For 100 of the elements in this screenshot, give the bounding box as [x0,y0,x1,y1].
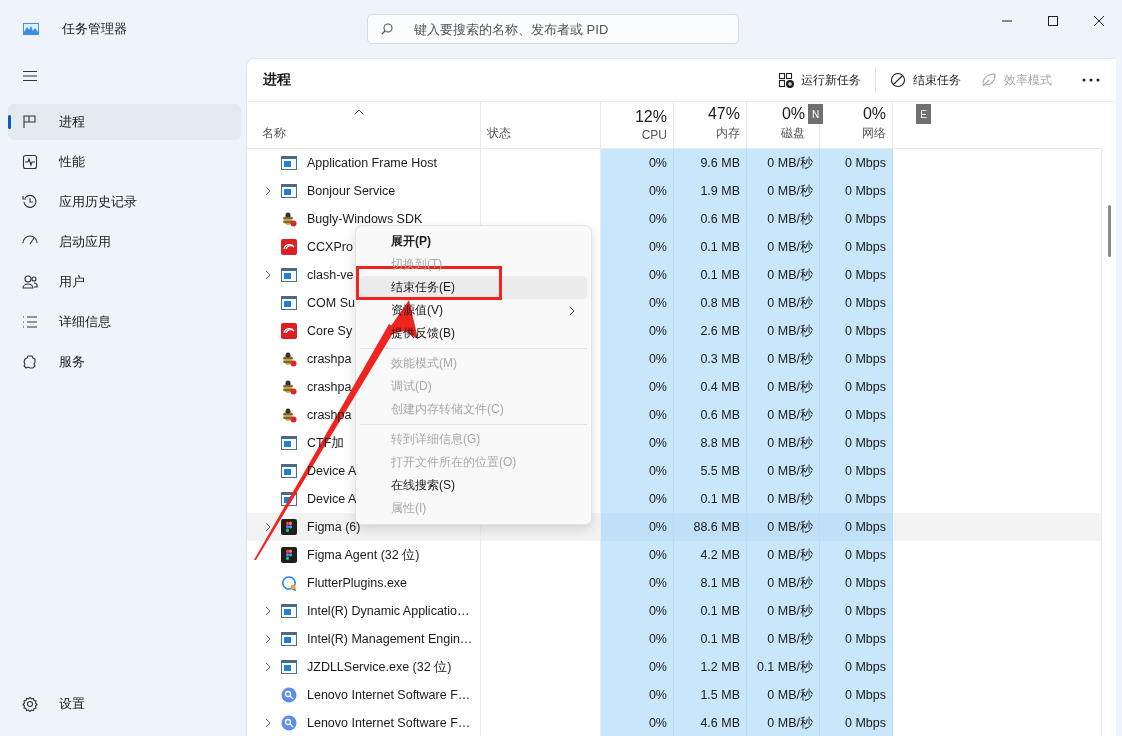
usage-value: 88.6 MB [693,520,740,534]
usage-value: 0 MB/秒 [767,294,813,312]
usage-value: 0 MB/秒 [767,378,813,396]
column-header[interactable]: 状态 [487,125,511,142]
usage-value: 0 Mbps [845,240,886,254]
usage-value: 1.5 MB [700,688,740,702]
usage-value: 0 Mbps [845,436,886,450]
maximize-icon[interactable] [1048,16,1058,26]
close-icon[interactable] [1094,16,1104,26]
usage-value: 5.5 MB [700,464,740,478]
usage-value: 0 Mbps [845,660,886,674]
usage-value: 9.6 MB [700,156,740,170]
usage-value: 0 MB/秒 [767,210,813,228]
process-row[interactable]: FlutterPlugins.exe 0% 8.1 MB 0 MB/秒 0 Mbps [247,569,1102,597]
usage-value: 0% [648,688,667,702]
process-name: Intel(R) Dynamic Applicatio… [307,604,470,618]
window-icon [281,183,297,199]
expand-chevron-icon[interactable] [265,662,271,672]
usage-value: 0% [648,520,667,534]
process-name: Device A [307,492,357,506]
usage-value: 2.6 MB [700,324,740,338]
expand-chevron-icon[interactable] [265,270,271,280]
process-row[interactable]: Bonjour Service 0% 1.9 MB 0 MB/秒 0 Mbps [247,177,1102,205]
process-name: FlutterPlugins.exe [307,576,408,590]
process-name: CCXPro [307,240,353,254]
users-icon [22,274,38,290]
usage-value: 0 Mbps [845,576,886,590]
bug-icon [281,379,297,395]
process-row[interactable]: Lenovo Internet Software F… 0% 4.6 MB 0 MB/秒 0 Mbps [247,709,1102,736]
sidebar-item[interactable]: 详细信息 [8,304,241,340]
usage-value: 4.6 MB [700,716,740,730]
menu-item[interactable]: 展开(P) [360,230,587,253]
usage-value: 0% [648,548,667,562]
sort-caret-icon[interactable] [354,109,364,115]
usage-value: 0 Mbps [845,548,886,562]
column-header[interactable]: 网络 [862,125,886,142]
column-header[interactable]: 内存 [716,125,740,142]
process-row[interactable]: Lenovo Internet Software F… 0% 1.5 MB 0 MB/秒 0 Mbps [247,681,1102,709]
more-icon[interactable] [1082,78,1100,82]
scroll-thumb[interactable] [1108,205,1111,257]
expand-chevron-icon[interactable] [265,606,271,616]
process-row[interactable]: Intel(R) Management Engin… 0% 0.1 MB 0 MB/秒 0 Mbps [247,625,1102,653]
column-header[interactable]: CPU [641,128,667,142]
grid-icon [22,114,38,130]
usage-value: 1.2 MB [700,660,740,674]
expand-chevron-icon[interactable] [265,634,271,644]
leaf-icon [981,72,997,88]
bug-icon [281,211,297,227]
settings-item[interactable]: 设置 [8,686,241,722]
search-circle-icon [281,687,297,703]
usage-value: 0.1 MB [700,240,740,254]
sidebar-item[interactable]: 进程 [8,104,241,140]
column-header[interactable]: 名称 [262,125,286,142]
sidebar-item[interactable]: 用户 [8,264,241,300]
usage-value: 0% [648,352,667,366]
process-name: clash-ve [307,268,354,282]
sidebar-item[interactable]: 应用历史记录 [8,184,241,220]
usage-value: 0 MB/秒 [767,630,813,648]
process-row[interactable]: Figma Agent (32 位) 0% 4.2 MB 0 MB/秒 0 Mbps [247,541,1102,569]
process-row[interactable]: Application Frame Host 0% 9.6 MB 0 MB/秒 0 Mbps [247,149,1102,177]
expand-chevron-icon[interactable] [265,718,271,728]
usage-value: 0% [648,604,667,618]
usage-total: 0% [862,105,886,123]
usage-value: 0 MB/秒 [767,462,813,480]
usage-value: 0 Mbps [845,492,886,506]
window-icon [281,659,297,675]
sidebar-item[interactable]: 服务 [8,344,241,380]
window-icon [281,631,297,647]
usage-value: 0 Mbps [845,408,886,422]
usage-value: 0% [648,240,667,254]
usage-value: 0.8 MB [700,296,740,310]
usage-value: 0 Mbps [845,184,886,198]
search-circle-icon [281,715,297,731]
column-header[interactable]: 磁盘 [781,125,805,142]
usage-value: 0 Mbps [845,520,886,534]
process-row[interactable]: Intel(R) Dynamic Applicatio… 0% 0.1 MB 0 MB/秒 0 Mbps [247,597,1102,625]
window-icon [281,603,297,619]
process-row[interactable]: JZDLLService.exe (32 位) 0% 1.2 MB 0.1 MB/秒 0 Mbps [247,653,1102,681]
sidebar-item[interactable]: 性能 [8,144,241,180]
usage-value: 0 MB/秒 [767,602,813,620]
usage-value: 0.6 MB [700,212,740,226]
expand-chevron-icon[interactable] [265,186,271,196]
sidebar-item[interactable]: 启动应用 [8,224,241,260]
swirl-icon [281,239,297,255]
usage-value: 0 MB/秒 [767,714,813,732]
usage-value: 0% [648,632,667,646]
process-name: crashpa [307,352,352,366]
usage-value: 0 MB/秒 [767,238,813,256]
usage-value: 0% [648,296,667,310]
menu-item[interactable]: 结束任务(E) [360,276,587,299]
bug-icon [281,407,297,423]
search-field[interactable]: 键入要搜索的名称、发布者或 PID [367,14,739,44]
menu-icon[interactable] [22,70,38,82]
end-task-button[interactable]: 结束任务 [884,67,967,93]
page-title: 进程 [263,71,291,89]
usage-value: 0% [648,408,667,422]
window-icon [281,295,297,311]
run-task-button[interactable]: 运行新任务 [772,67,867,93]
process-name: Bonjour Service [307,184,396,198]
usage-value: 0 Mbps [845,324,886,338]
